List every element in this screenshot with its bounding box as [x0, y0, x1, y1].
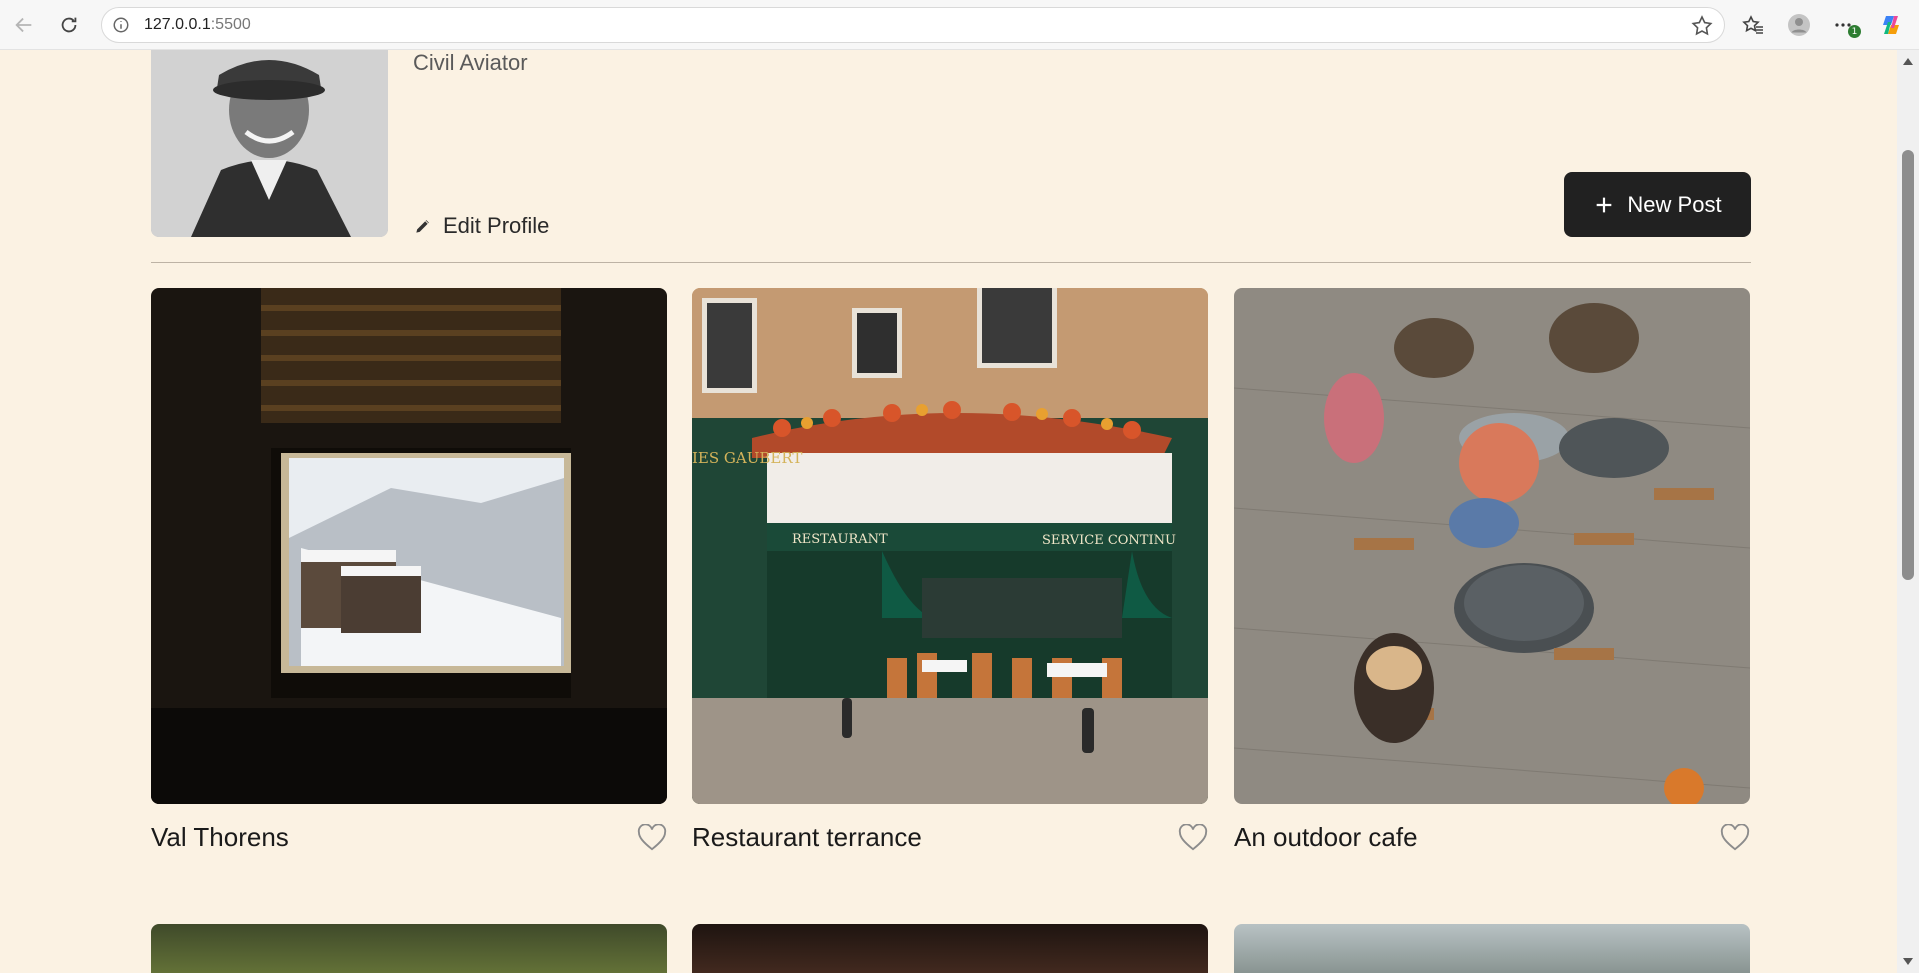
url-port: :5500 — [210, 16, 251, 33]
copilot-icon — [1883, 16, 1899, 34]
plus-icon — [1597, 197, 1612, 212]
post-card-partial[interactable] — [1234, 924, 1750, 973]
post-card[interactable]: Val Thorens — [151, 288, 667, 864]
browser-toolbar: 127.0.0.1:5500 1 — [0, 0, 1919, 50]
new-post-button[interactable]: New Post — [1564, 172, 1751, 237]
restaurant-terrace-photo: RESTAURANT SERVICE CONTINU IES GAUBERT — [692, 288, 1208, 804]
post-card[interactable]: RESTAURANT SERVICE CONTINU IES GAUBERT R… — [692, 288, 1208, 864]
heart-icon[interactable] — [1720, 824, 1750, 852]
post-card-partial[interactable] — [692, 924, 1208, 973]
profile-avatar-icon — [1788, 14, 1810, 36]
bookmark-star-icon[interactable] — [1690, 14, 1714, 38]
edit-profile-label: Edit Profile — [443, 213, 550, 238]
favorites-button[interactable] — [1738, 10, 1768, 40]
info-icon[interactable] — [112, 16, 130, 34]
back-button[interactable] — [9, 10, 39, 40]
post-image[interactable]: RESTAURANT SERVICE CONTINU IES GAUBERT — [692, 288, 1208, 804]
address-bar[interactable]: 127.0.0.1:5500 — [101, 7, 1725, 43]
profile-description: Civil Aviator — [413, 50, 528, 75]
outdoor-cafe-photo — [1234, 288, 1750, 804]
url-host: 127.0.0.1 — [144, 16, 211, 33]
post-title: Restaurant terrance — [692, 822, 922, 852]
heart-icon[interactable] — [1178, 824, 1208, 852]
scroll-down-arrow-icon[interactable] — [1903, 958, 1913, 965]
notification-badge: 1 — [1848, 25, 1861, 38]
shop-sign-text: IES GAUBERT — [692, 449, 802, 467]
val-thorens-photo — [151, 288, 667, 804]
awning-left-text: RESTAURANT — [792, 532, 888, 547]
heart-icon[interactable] — [637, 824, 667, 852]
reload-icon — [61, 17, 77, 33]
url-text[interactable]: 127.0.0.1:5500 — [144, 16, 251, 34]
profile-page: Civil Aviator Edit Profile New Post Val … — [0, 50, 1897, 973]
post-title: Val Thorens — [151, 822, 289, 852]
post-card[interactable]: An outdoor cafe — [1234, 288, 1750, 864]
scroll-up-arrow-icon[interactable] — [1903, 58, 1913, 65]
scroll-thumb[interactable] — [1902, 150, 1914, 580]
reload-button[interactable] — [54, 10, 84, 40]
post-footer: Restaurant terrance — [692, 804, 1208, 864]
post-footer: Val Thorens — [151, 804, 667, 864]
page-scrollbar[interactable] — [1897, 50, 1919, 973]
pencil-icon — [416, 220, 429, 233]
post-card-partial[interactable] — [151, 924, 667, 973]
post-image[interactable] — [1234, 288, 1750, 804]
back-arrow-icon — [15, 17, 32, 33]
profile-button[interactable] — [1784, 10, 1814, 40]
post-image[interactable] — [151, 288, 667, 804]
profile-divider — [151, 262, 1751, 263]
profile-avatar — [151, 50, 388, 237]
more-menu-button[interactable]: 1 — [1829, 10, 1861, 40]
post-title: An outdoor cafe — [1234, 822, 1418, 852]
post-footer: An outdoor cafe — [1234, 804, 1750, 864]
aviator-photo — [151, 50, 388, 237]
edit-profile-button[interactable]: Edit Profile — [413, 213, 549, 239]
awning-right-text: SERVICE CONTINU — [1042, 533, 1176, 548]
copilot-button[interactable] — [1876, 10, 1906, 40]
favorites-icon — [1742, 15, 1763, 34]
new-post-label: New Post — [1627, 191, 1722, 217]
